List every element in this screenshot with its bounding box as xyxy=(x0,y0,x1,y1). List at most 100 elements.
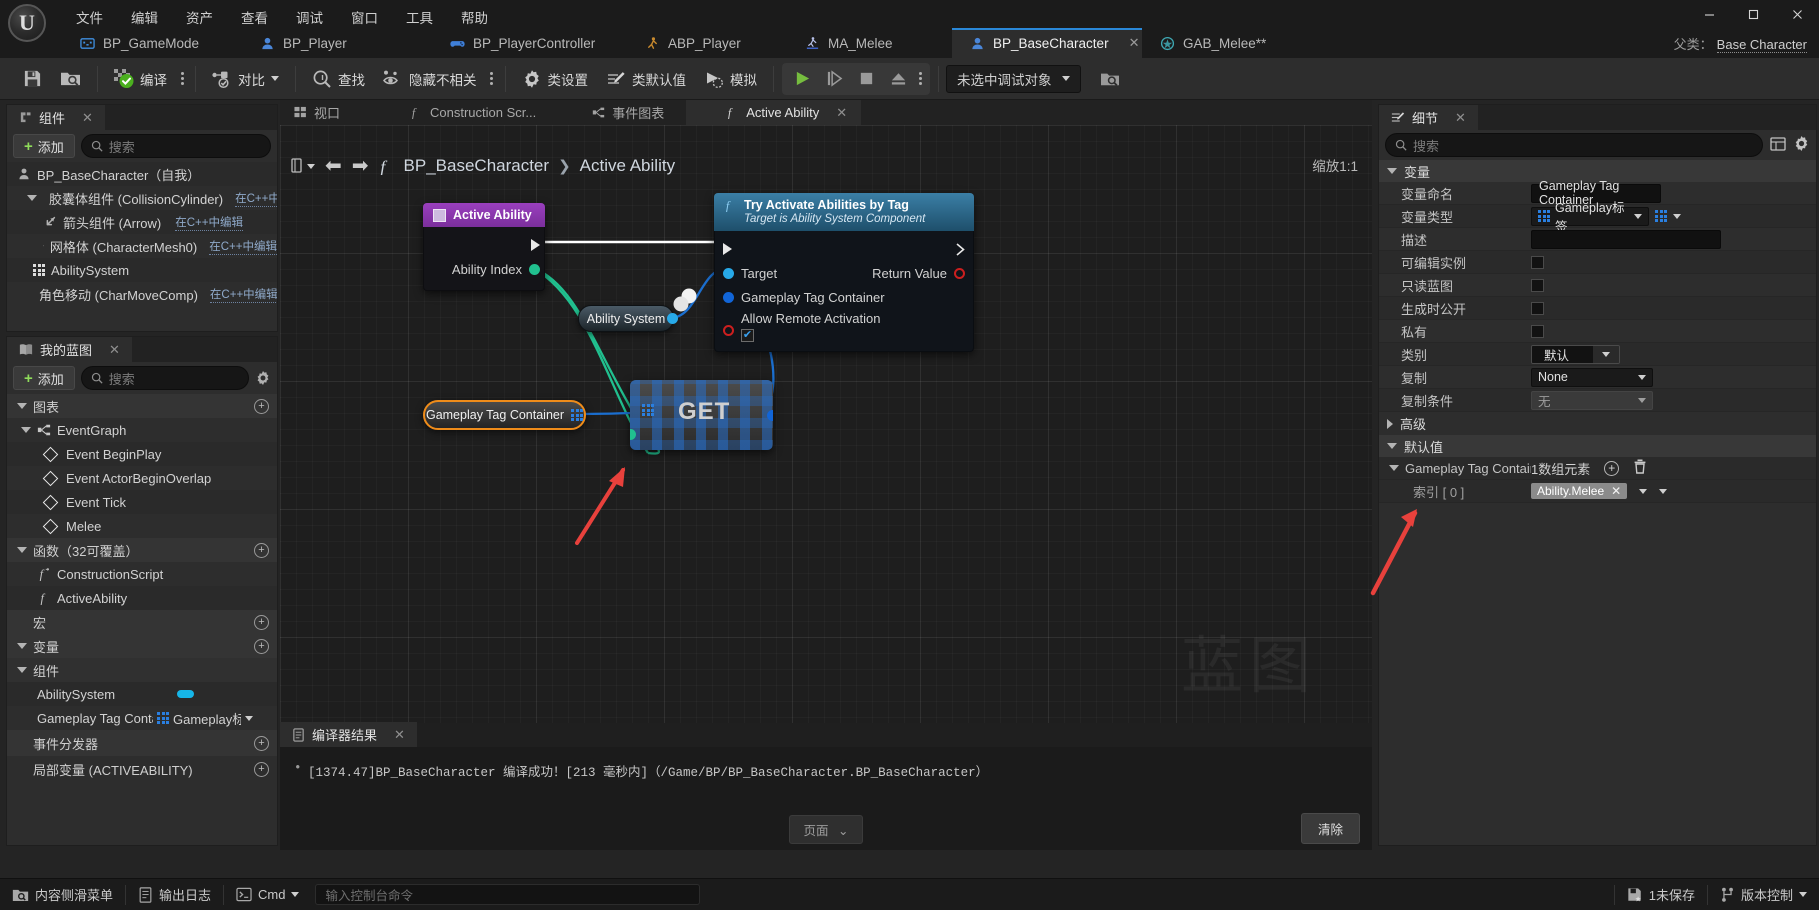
chevron-down-icon[interactable] xyxy=(21,427,31,433)
tab-compiler-results[interactable]: 编译器结果 ✕ xyxy=(280,722,417,747)
close-button[interactable] xyxy=(1775,0,1819,28)
menu-file[interactable]: 文件 xyxy=(62,5,117,29)
tab-ma-melee[interactable]: MA_Melee xyxy=(787,28,952,58)
section-graphs[interactable]: 图表 + xyxy=(7,394,277,418)
component-row-arrow[interactable]: 箭头组件 (Arrow) 在C++中编辑 xyxy=(7,210,277,234)
content-drawer-button[interactable]: 内容侧滑菜单 xyxy=(0,879,125,910)
tree-item-eventgraph[interactable]: EventGraph xyxy=(7,418,277,442)
component-row-abilitysystem[interactable]: AbilitySystem xyxy=(7,258,277,282)
add-circle-icon[interactable]: + xyxy=(1604,460,1620,476)
pin-exec-out[interactable] xyxy=(424,233,544,257)
add-local-variable-icon[interactable]: + xyxy=(254,761,269,777)
chevron-down-icon[interactable] xyxy=(17,547,27,553)
menu-view[interactable]: 查看 xyxy=(227,5,282,29)
close-icon[interactable]: ✕ xyxy=(109,342,120,358)
debug-object-selector[interactable]: 未选中调试对象 xyxy=(946,64,1081,93)
tab-event-graph[interactable]: 事件图表 xyxy=(558,100,686,125)
hide-unrelated-options-icon[interactable] xyxy=(486,72,498,85)
tab-abp-player[interactable]: ABP_Player xyxy=(627,28,787,58)
add-function-icon[interactable]: + xyxy=(254,542,269,558)
chevron-down-icon[interactable] xyxy=(27,195,37,201)
chevron-down-icon[interactable] xyxy=(1639,488,1648,494)
myblueprint-search-input[interactable]: 搜索 xyxy=(80,366,249,390)
replication-condition-dropdown[interactable]: 无 xyxy=(1531,390,1653,410)
tab-construction-script[interactable]: f Construction Scr... xyxy=(362,100,558,125)
details-section-default-value[interactable]: 默认值 xyxy=(1379,435,1816,457)
variable-type-dropdown[interactable]: Gameplay标签 xyxy=(1531,201,1649,234)
maximize-button[interactable] xyxy=(1731,0,1775,28)
breadcrumb-root[interactable]: BP_BaseCharacter xyxy=(404,156,550,176)
node-try-activate-abilities-by-tag[interactable]: f Try Activate Abilities by Tag Target i… xyxy=(714,193,974,352)
chevron-down-icon[interactable] xyxy=(17,643,27,649)
tree-item-event-melee[interactable]: Melee xyxy=(7,514,277,538)
section-variables[interactable]: 变量 + xyxy=(7,634,277,658)
description-input[interactable] xyxy=(1531,229,1721,249)
menu-window[interactable]: 窗口 xyxy=(337,5,392,29)
cmd-selector[interactable]: Cmd xyxy=(224,879,311,910)
section-event-dispatchers[interactable]: 事件分发器 + xyxy=(7,730,277,756)
source-control-button[interactable]: 版本控制 xyxy=(1708,879,1819,910)
menu-help[interactable]: 帮助 xyxy=(447,5,502,29)
node-active-ability-entry[interactable]: Active Ability Ability Index xyxy=(423,203,545,291)
close-icon[interactable]: ✕ xyxy=(394,727,405,743)
tree-item-event-actorbeginoverlap[interactable]: Event ActorBeginOverlap xyxy=(7,466,277,490)
tab-components[interactable]: 组件 ✕ xyxy=(7,105,105,130)
chevron-down-icon[interactable] xyxy=(17,667,27,673)
tree-item-event-tick[interactable]: Event Tick xyxy=(7,490,277,514)
expose-on-spawn-checkbox[interactable] xyxy=(1531,301,1544,315)
compiler-message-row[interactable]: • [1374.47]BP_BaseCharacter 编译成功！[213 毫秒… xyxy=(280,747,1372,780)
section-local-variables[interactable]: 局部变量 (ACTIVEABILITY) + xyxy=(7,756,277,782)
chevron-down-icon[interactable] xyxy=(245,715,253,721)
compile-options-icon[interactable] xyxy=(176,72,188,85)
instance-editable-checkbox[interactable] xyxy=(1531,255,1544,269)
tab-close-icon[interactable]: ✕ xyxy=(1129,35,1140,51)
pin-row-gameplay-tag-container[interactable]: Gameplay Tag Container xyxy=(715,285,973,309)
replication-dropdown[interactable]: None xyxy=(1531,367,1653,387)
tree-item-event-beginplay[interactable]: Event BeginPlay xyxy=(7,442,277,466)
tab-bp-player[interactable]: BP_Player xyxy=(242,28,432,58)
output-log-button[interactable]: 输出日志 xyxy=(126,879,223,910)
pin-ability-index[interactable]: Ability Index xyxy=(424,257,544,281)
breadcrumb-leaf[interactable]: Active Ability xyxy=(580,156,675,176)
eject-button[interactable] xyxy=(882,64,914,94)
page-dropdown-button[interactable]: 页面 ⌄ xyxy=(788,815,864,844)
chevron-down-icon[interactable] xyxy=(1659,488,1668,494)
add-variable-icon[interactable]: + xyxy=(254,638,269,654)
debug-browse-button[interactable] xyxy=(1091,64,1129,94)
tab-bp-playercontroller[interactable]: BP_PlayerController xyxy=(432,28,627,58)
component-row-charmovecomp[interactable]: 角色移动 (CharMoveComp) 在C++中编辑 xyxy=(7,282,277,306)
section-functions[interactable]: 函数（32可覆盖） + xyxy=(7,538,277,562)
variable-row-abilitysystem[interactable]: AbilitySystem xyxy=(7,682,277,706)
cpp-edit-link[interactable]: 在C++中编辑 xyxy=(235,190,277,207)
component-row-basecharacter[interactable]: BP_BaseCharacter（自我） xyxy=(7,162,277,186)
find-button[interactable]: 查找 xyxy=(303,64,374,94)
allow-remote-activation-checkbox[interactable]: ✔ xyxy=(741,329,754,342)
myblueprint-settings-icon[interactable] xyxy=(255,370,271,386)
unsaved-changes-button[interactable]: 1未保存 xyxy=(1615,879,1707,910)
details-search-input[interactable]: 搜索 xyxy=(1385,133,1763,157)
stop-button[interactable] xyxy=(850,64,882,94)
tab-active-ability[interactable]: f Active Ability ✕ xyxy=(686,100,862,125)
console-command-input[interactable]: 输入控制台命令 xyxy=(315,884,701,905)
compile-button[interactable]: 编译 xyxy=(105,64,176,94)
tab-myblueprint[interactable]: 我的蓝图 ✕ xyxy=(7,337,132,362)
container-type-icon[interactable] xyxy=(1655,210,1667,222)
add-macro-icon[interactable]: + xyxy=(254,614,269,630)
section-macros[interactable]: 宏 + xyxy=(7,610,277,634)
trash-icon[interactable] xyxy=(1633,459,1647,477)
chevron-down-icon[interactable] xyxy=(1389,465,1399,471)
menu-edit[interactable]: 编辑 xyxy=(117,5,172,29)
tab-bp-gamemode[interactable]: BP_GameMode xyxy=(62,28,242,58)
tab-bp-basecharacter[interactable]: BP_BaseCharacter ✕ xyxy=(952,28,1142,58)
minimize-button[interactable] xyxy=(1687,0,1731,28)
class-defaults-button[interactable]: 类默认值 xyxy=(597,64,695,94)
clear-button[interactable]: 清除 xyxy=(1300,813,1360,844)
chevron-down-icon[interactable] xyxy=(17,403,27,409)
menu-tools[interactable]: 工具 xyxy=(392,5,447,29)
category-input[interactable]: 默认 xyxy=(1532,345,1594,363)
node-gameplay-tag-container-getter[interactable]: Gameplay Tag Container xyxy=(423,400,586,430)
cpp-edit-link[interactable]: 在C++中编辑 xyxy=(175,214,243,231)
remove-tag-icon[interactable]: ✕ xyxy=(1611,484,1621,498)
subsection-components[interactable]: 组件 xyxy=(7,658,277,682)
diff-button[interactable]: 对比 xyxy=(203,64,288,94)
